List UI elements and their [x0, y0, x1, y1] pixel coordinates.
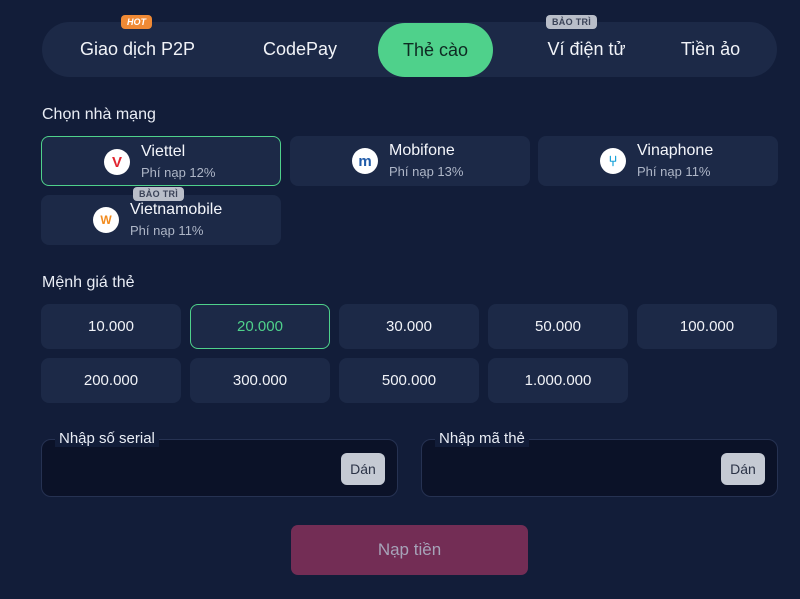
- carrier-option-vietnamobile[interactable]: W Vietnamobile Phí nạp 11%: [41, 195, 281, 245]
- denomination-option[interactable]: 500.000: [339, 358, 479, 403]
- tab-crypto-label: Tiền ảo: [680, 39, 741, 59]
- carrier-fee: Phí nạp 13%: [389, 164, 464, 179]
- viettel-logo-icon: V: [104, 149, 130, 175]
- denomination-option[interactable]: 10.000: [41, 304, 181, 349]
- tab-e-wallet-label: Ví điện tử: [547, 39, 626, 59]
- paste-code-button[interactable]: Dán: [721, 453, 765, 485]
- carrier-name: Viettel: [141, 143, 186, 160]
- carrier-option-viettel[interactable]: V Viettel Phí nạp 12%: [41, 136, 281, 186]
- maintenance-badge: BẢO TRÌ: [546, 15, 598, 29]
- carrier-option-vinaphone[interactable]: ⑂ Vinaphone Phí nạp 11%: [538, 136, 778, 186]
- carrier-option-mobifone[interactable]: m Mobifone Phí nạp 13%: [290, 136, 530, 186]
- carrier-section-title: Chọn nhà mạng: [42, 106, 156, 123]
- denomination-option[interactable]: 30.000: [339, 304, 479, 349]
- carrier-name: Vinaphone: [637, 142, 714, 159]
- deposit-button[interactable]: Nạp tiền: [291, 525, 528, 575]
- denomination-option[interactable]: 100.000: [637, 304, 777, 349]
- denomination-option[interactable]: 300.000: [190, 358, 330, 403]
- tab-scratch-card-label: Thẻ cào: [402, 39, 469, 60]
- carrier-fee: Phí nạp 11%: [637, 164, 711, 179]
- card-code-input[interactable]: [436, 458, 710, 484]
- tab-p2p[interactable]: Giao dịch P2P: [59, 22, 216, 77]
- maintenance-badge: BẢO TRÌ: [133, 187, 185, 201]
- denomination-option[interactable]: 20.000: [190, 304, 330, 349]
- tab-p2p-label: Giao dịch P2P: [79, 39, 196, 59]
- mobifone-logo-icon: m: [352, 148, 378, 174]
- denomination-option[interactable]: 50.000: [488, 304, 628, 349]
- tab-bar: Giao dịch P2P CodePay Thẻ cào Ví điện tử…: [42, 22, 777, 77]
- denomination-option[interactable]: 1.000.000: [488, 358, 628, 403]
- carrier-name: Vietnamobile: [130, 201, 223, 218]
- carrier-fee: Phí nạp 12%: [141, 165, 216, 180]
- tab-crypto[interactable]: Tiền ảo: [668, 22, 753, 77]
- carrier-fee: Phí nạp 11%: [130, 223, 204, 238]
- tab-e-wallet[interactable]: Ví điện tử: [519, 22, 654, 77]
- denomination-option[interactable]: 200.000: [41, 358, 181, 403]
- card-code-field-label: Nhập mã thẻ: [435, 430, 529, 447]
- carrier-name: Mobifone: [389, 142, 455, 159]
- vinaphone-logo-icon: ⑂: [600, 148, 626, 174]
- paste-serial-button[interactable]: Dán: [341, 453, 385, 485]
- tab-codepay-label: CodePay: [262, 39, 338, 59]
- tab-codepay[interactable]: CodePay: [240, 22, 360, 77]
- vietnamobile-logo-icon: W: [93, 207, 119, 233]
- card-code-field: Dán: [421, 439, 778, 497]
- denomination-section-title: Mệnh giá thẻ: [42, 274, 135, 291]
- serial-input[interactable]: [56, 458, 330, 484]
- hot-badge: HOT: [121, 15, 152, 29]
- tab-scratch-card[interactable]: Thẻ cào: [378, 23, 493, 77]
- serial-field-label: Nhập số serial: [55, 430, 159, 447]
- serial-field: Dán: [41, 439, 398, 497]
